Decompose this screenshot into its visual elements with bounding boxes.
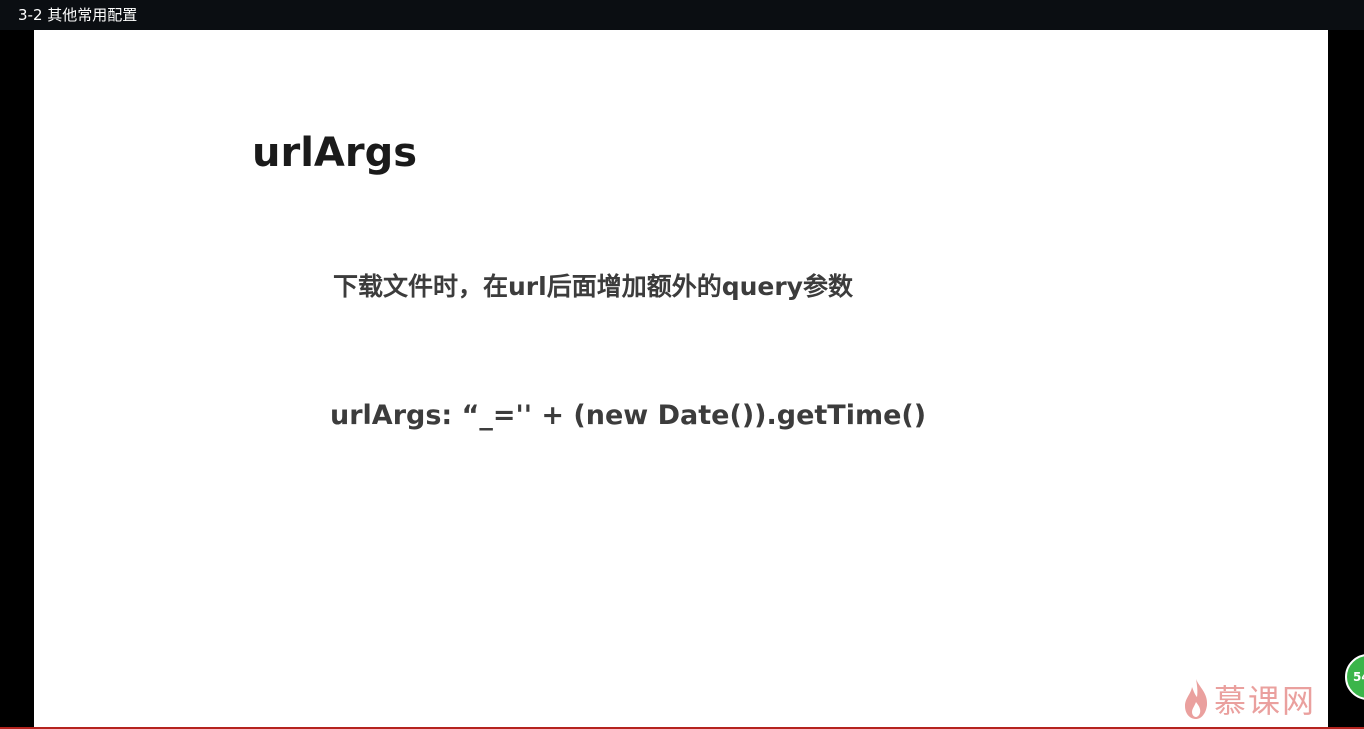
slide-canvas: urlArgs 下载文件时，在url后面增加额外的query参数 urlArgs… (34, 30, 1328, 728)
slide-description: 下载文件时，在url后面增加额外的query参数 (333, 272, 853, 301)
floating-counter-badge[interactable]: 54 (1345, 654, 1364, 700)
slide-title: urlArgs (252, 130, 418, 176)
badge-value: 54 (1353, 670, 1364, 684)
slide-code-line: urlArgs: “_='' + (new Date()).getTime() (330, 400, 927, 431)
window-title: 3-2 其他常用配置 (18, 6, 138, 24)
flame-icon (1182, 678, 1210, 720)
window-title-bar: 3-2 其他常用配置 (0, 0, 1364, 30)
watermark-text: 慕课网 (1214, 682, 1317, 720)
brand-watermark: 慕课网 (1182, 676, 1316, 722)
